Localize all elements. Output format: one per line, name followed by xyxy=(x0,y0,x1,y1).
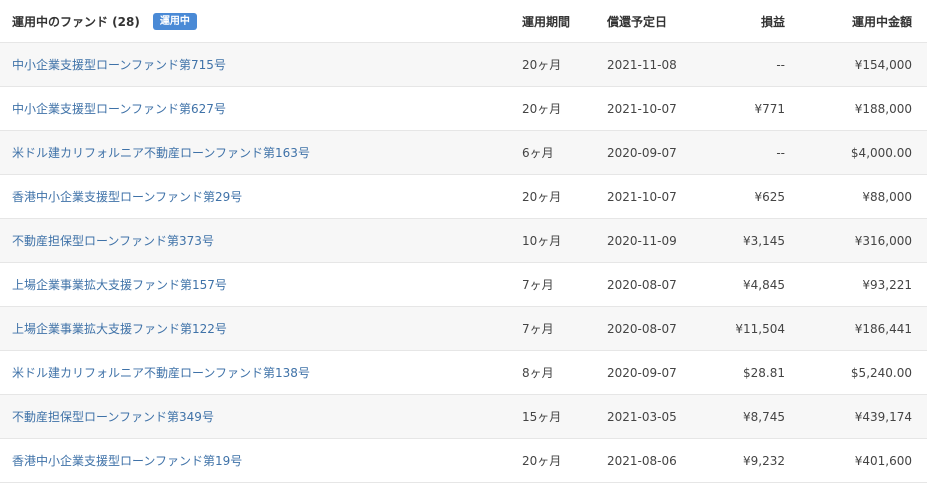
active-funds-table: 運用中のファンド (28) 運用中 運用期間 償還予定日 損益 運用中金額 中小… xyxy=(0,0,927,485)
fund-amount: $5,240.00 xyxy=(850,365,912,380)
fund-term: 20ヶ月 xyxy=(522,58,562,72)
fund-amount: ¥439,174 xyxy=(854,409,912,424)
fund-profit: ¥9,232 xyxy=(743,453,785,468)
fund-term: 20ヶ月 xyxy=(522,190,562,204)
header-title-cell: 運用中のファンド (28) 運用中 xyxy=(0,12,510,30)
table-row: 上場企業事業拡大支援ファンド第157号 7ヶ月 2020-08-07 ¥4,84… xyxy=(0,263,927,307)
fund-amount: ¥186,441 xyxy=(854,321,912,336)
fund-amount: ¥154,000 xyxy=(854,57,912,72)
fund-name-link[interactable]: 香港中小企業支援型ローンファンド第29号 xyxy=(12,190,242,204)
fund-term: 10ヶ月 xyxy=(522,234,562,248)
fund-redemption-date: 2021-10-07 xyxy=(607,101,677,116)
fund-name-link[interactable]: 中小企業支援型ローンファンド第715号 xyxy=(12,58,226,72)
fund-amount: ¥316,000 xyxy=(854,233,912,248)
fund-redemption-date: 2021-03-05 xyxy=(607,409,677,424)
fund-profit: -- xyxy=(776,145,785,160)
table-header: 運用中のファンド (28) 運用中 運用期間 償還予定日 損益 運用中金額 xyxy=(0,0,927,43)
table-row: 不動産担保型ローンファンド第349号 15ヶ月 2021-03-05 ¥8,74… xyxy=(0,395,927,439)
header-amount: 運用中金額 xyxy=(851,14,912,29)
fund-term: 20ヶ月 xyxy=(522,102,562,116)
fund-redemption-date: 2020-08-07 xyxy=(607,277,677,292)
fund-term: 7ヶ月 xyxy=(522,322,554,336)
fund-profit: ¥4,845 xyxy=(743,277,785,292)
fund-profit: ¥771 xyxy=(754,101,785,116)
fund-name-link[interactable]: 米ドル建カリフォルニア不動産ローンファンド第163号 xyxy=(12,146,310,160)
fund-name-link[interactable]: 上場企業事業拡大支援ファンド第122号 xyxy=(12,322,227,336)
header-redemption-date: 償還予定日 xyxy=(607,14,668,29)
fund-profit: $28.81 xyxy=(743,365,785,380)
fund-term: 15ヶ月 xyxy=(522,410,562,424)
fund-amount: ¥93,221 xyxy=(862,277,912,292)
fund-profit: ¥3,145 xyxy=(743,233,785,248)
table-row: 上場企業事業拡大支援ファンド第122号 7ヶ月 2020-08-07 ¥11,5… xyxy=(0,307,927,351)
fund-amount: ¥88,000 xyxy=(862,189,912,204)
fund-redemption-date: 2020-08-07 xyxy=(607,321,677,336)
fund-name-link[interactable]: 不動産担保型ローンファンド第373号 xyxy=(12,234,214,248)
table-row: 中小企業支援型ローンファンド第627号 20ヶ月 2021-10-07 ¥771… xyxy=(0,87,927,131)
fund-redemption-date: 2021-11-08 xyxy=(607,57,677,72)
header-term: 運用期間 xyxy=(522,14,571,29)
fund-name-link[interactable]: 香港中小企業支援型ローンファンド第19号 xyxy=(12,454,242,468)
fund-name-link[interactable]: 上場企業事業拡大支援ファンド第157号 xyxy=(12,278,227,292)
fund-profit: -- xyxy=(776,57,785,72)
fund-term: 6ヶ月 xyxy=(522,146,554,160)
table-row: 米ドル建カリフォルニア不動産ローンファンド第163号 6ヶ月 2020-09-0… xyxy=(0,131,927,175)
table-row: 米ドル建カリフォルニア不動産ローンファンド第138号 8ヶ月 2020-09-0… xyxy=(0,351,927,395)
status-badge: 運用中 xyxy=(152,12,197,30)
fund-term: 7ヶ月 xyxy=(522,278,554,292)
fund-redemption-date: 2021-08-06 xyxy=(607,453,677,468)
fund-term: 8ヶ月 xyxy=(522,366,554,380)
fund-name-link[interactable]: 中小企業支援型ローンファンド第627号 xyxy=(12,102,226,116)
fund-amount: ¥401,600 xyxy=(854,453,912,468)
fund-redemption-date: 2020-09-07 xyxy=(607,145,677,160)
table-row: 香港中小企業支援型ローンファンド第29号 20ヶ月 2021-10-07 ¥62… xyxy=(0,175,927,219)
fund-name-link[interactable]: 米ドル建カリフォルニア不動産ローンファンド第138号 xyxy=(12,366,310,380)
table-row: 中小企業支援型ローンファンド第715号 20ヶ月 2021-11-08 -- ¥… xyxy=(0,43,927,87)
table-body: 中小企業支援型ローンファンド第715号 20ヶ月 2021-11-08 -- ¥… xyxy=(0,43,927,483)
table-row: 不動産担保型ローンファンド第373号 10ヶ月 2020-11-09 ¥3,14… xyxy=(0,219,927,263)
fund-amount: $4,000.00 xyxy=(850,145,912,160)
fund-profit: ¥8,745 xyxy=(743,409,785,424)
header-profit: 損益 xyxy=(760,14,785,29)
fund-name-link[interactable]: 不動産担保型ローンファンド第349号 xyxy=(12,410,214,424)
fund-term: 20ヶ月 xyxy=(522,454,562,468)
table-title: 運用中のファンド (28) xyxy=(12,14,140,29)
table-row: 香港中小企業支援型ローンファンド第19号 20ヶ月 2021-08-06 ¥9,… xyxy=(0,439,927,483)
fund-redemption-date: 2020-11-09 xyxy=(607,233,677,248)
fund-amount: ¥188,000 xyxy=(854,101,912,116)
fund-redemption-date: 2020-09-07 xyxy=(607,365,677,380)
fund-profit: ¥625 xyxy=(754,189,785,204)
fund-redemption-date: 2021-10-07 xyxy=(607,189,677,204)
fund-profit: ¥11,504 xyxy=(735,321,785,336)
